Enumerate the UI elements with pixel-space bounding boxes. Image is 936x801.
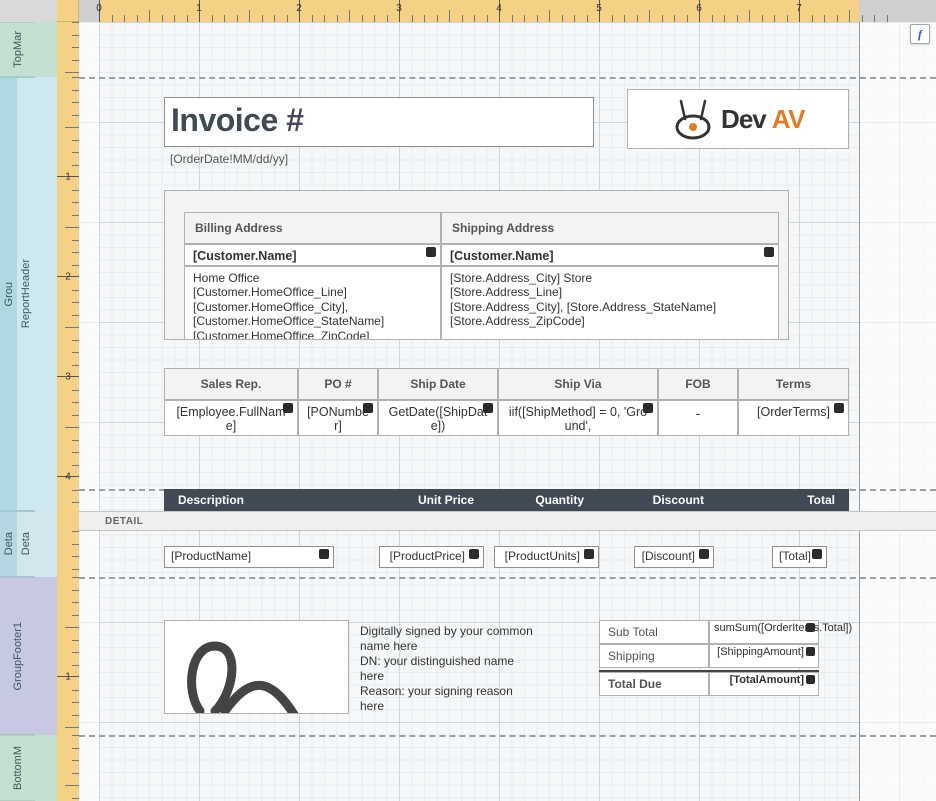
billing-name-field[interactable]: [Customer.Name] [184,244,441,266]
design-canvas[interactable]: DETAIL Invoice # [OrderDate!MM/dd/yy] De… [79,22,936,801]
invoice-title-field[interactable]: Invoice # [164,97,594,147]
smart-tag-icon[interactable] [319,549,329,559]
order-hdr-terms[interactable]: Terms [738,368,849,400]
detail-product-field[interactable]: [ProductName] [164,546,334,568]
ruler-number: 2 [57,272,79,283]
horizontal-ruler[interactable]: 0 1 2 3 4 5 6 7 [99,0,859,22]
band-label-bottommargin[interactable]: BottomM [0,735,35,801]
ruler-number: 1 [57,672,79,683]
order-hdr-salesrep[interactable]: Sales Rep. [164,368,298,400]
smart-tag-icon[interactable] [643,403,653,413]
smart-tag-icon[interactable] [806,675,815,684]
ruler-number: 2 [296,3,302,14]
col-discount[interactable]: Discount [594,489,714,511]
smart-tag-icon[interactable] [812,549,822,559]
detail-total-field[interactable]: [Total] [772,546,827,568]
order-val-shipdate[interactable]: GetDate([ShipDate]) [378,400,498,436]
ruler-number: 3 [57,372,79,383]
invoice-title-text: Invoice # [171,102,303,138]
col-total[interactable]: Total [714,489,849,511]
detail-discount-field[interactable]: [Discount] [634,546,714,568]
billing-lines-field[interactable]: Home Office [Customer.HomeOffice_Line] [… [184,266,441,340]
detail-price-field[interactable]: [ProductPrice] [379,546,484,568]
shipping-lines-field[interactable]: [Store.Address_City] Store [Store.Addres… [441,266,779,340]
ruler-number: 4 [496,3,502,14]
active-groupheader[interactable] [35,77,57,511]
smart-tag-icon[interactable] [363,403,373,413]
expression-editor-button[interactable]: f [910,24,930,44]
ruler-corner [57,0,79,22]
signature-text-field[interactable]: Digitally signed by your common name her… [354,622,539,712]
col-unit-price[interactable]: Unit Price [394,489,484,511]
active-band-column [35,0,57,801]
order-val-po[interactable]: [PONumber] [298,400,378,436]
smart-tag-icon[interactable] [426,247,436,257]
fx-glyph: f [918,27,922,42]
smart-tag-icon[interactable] [834,403,844,413]
active-topmargin[interactable] [35,22,57,77]
totals-panel[interactable]: Sub Total sumSum([OrderItems.Total]) Shi… [599,620,819,700]
page-right-margin [859,22,936,801]
order-hdr-fob[interactable]: FOB [658,368,738,400]
horizontal-ruler-wrap: 0 1 2 3 4 5 6 7 [79,0,936,22]
ruler-number: 6 [696,3,702,14]
ruler-number: 1 [57,172,79,183]
smart-tag-icon[interactable] [806,623,815,632]
order-hdr-po[interactable]: PO # [298,368,378,400]
ruler-number: 5 [596,3,602,14]
subtotal-value[interactable]: sumSum([OrderItems.Total]) [709,620,819,644]
logo-text-2: AV [772,104,805,135]
page-left-margin [79,22,99,801]
smart-tag-icon[interactable] [699,549,709,559]
signature-glyph-icon [165,621,349,714]
order-val-shipvia[interactable]: iif([ShipMethod] = 0, 'Ground', [498,400,658,436]
order-val-fob[interactable]: - [658,400,738,436]
order-hdr-shipvia[interactable]: Ship Via [498,368,658,400]
vertical-ruler[interactable]: 1 2 3 4 1 [57,0,79,801]
active-groupfooter[interactable] [35,577,57,735]
subtotal-label[interactable]: Sub Total [599,620,709,644]
logo-icon [671,97,715,141]
band-label-topmargin[interactable]: TopMar [0,22,35,77]
band-label-groupheader[interactable]: Grou ReportHeader [0,77,35,511]
active-detail[interactable] [35,511,57,577]
invoice-date-field[interactable]: [OrderDate!MM/dd/yy] [164,150,424,168]
col-quantity[interactable]: Quantity [484,489,594,511]
logo-text-1: Dev [721,104,766,135]
band-label-groupfooter[interactable]: GroupFooter1 [0,577,35,735]
shipping-header[interactable]: Shipping Address [441,212,779,244]
totaldue-value[interactable]: [TotalAmount] [709,672,819,696]
band-label-column: TopMar Grou ReportHeader Deta Deta Group… [0,0,35,801]
ruler-number: 3 [396,3,402,14]
band-sep-3 [79,577,936,579]
order-hdr-shipdate[interactable]: Ship Date [378,368,498,400]
shipping-value[interactable]: [ShippingAmount] [709,644,819,668]
ruler-number: 4 [57,472,79,483]
shipping-label[interactable]: Shipping [599,644,709,668]
order-val-terms[interactable]: [OrderTerms] [738,400,849,436]
active-bottommargin[interactable] [35,735,57,801]
ruler-number: 1 [196,3,202,14]
detail-band-header[interactable]: DETAIL [79,511,936,531]
col-description[interactable]: Description [164,489,394,511]
page-right-edge [859,22,860,801]
logo-image[interactable]: DevAV [627,89,849,149]
shipping-name-field[interactable]: [Customer.Name] [441,244,779,266]
band-sep-1 [79,77,936,79]
band-label-detail[interactable]: Deta Deta [0,511,35,577]
smart-tag-icon[interactable] [764,247,774,257]
ruler-number: 0 [96,3,102,14]
ruler-number: 7 [796,3,802,14]
smart-tag-icon[interactable] [806,647,815,656]
band-sep-4 [79,735,936,737]
smart-tag-icon[interactable] [283,403,293,413]
order-val-salesrep[interactable]: [Employee.FullName] [164,400,298,436]
smart-tag-icon[interactable] [584,549,594,559]
detail-units-field[interactable]: [ProductUnits] [494,546,599,568]
totaldue-label[interactable]: Total Due [599,672,709,696]
smart-tag-icon[interactable] [469,549,479,559]
smart-tag-icon[interactable] [483,403,493,413]
billing-header[interactable]: Billing Address [184,212,441,244]
signature-image[interactable] [164,620,349,714]
